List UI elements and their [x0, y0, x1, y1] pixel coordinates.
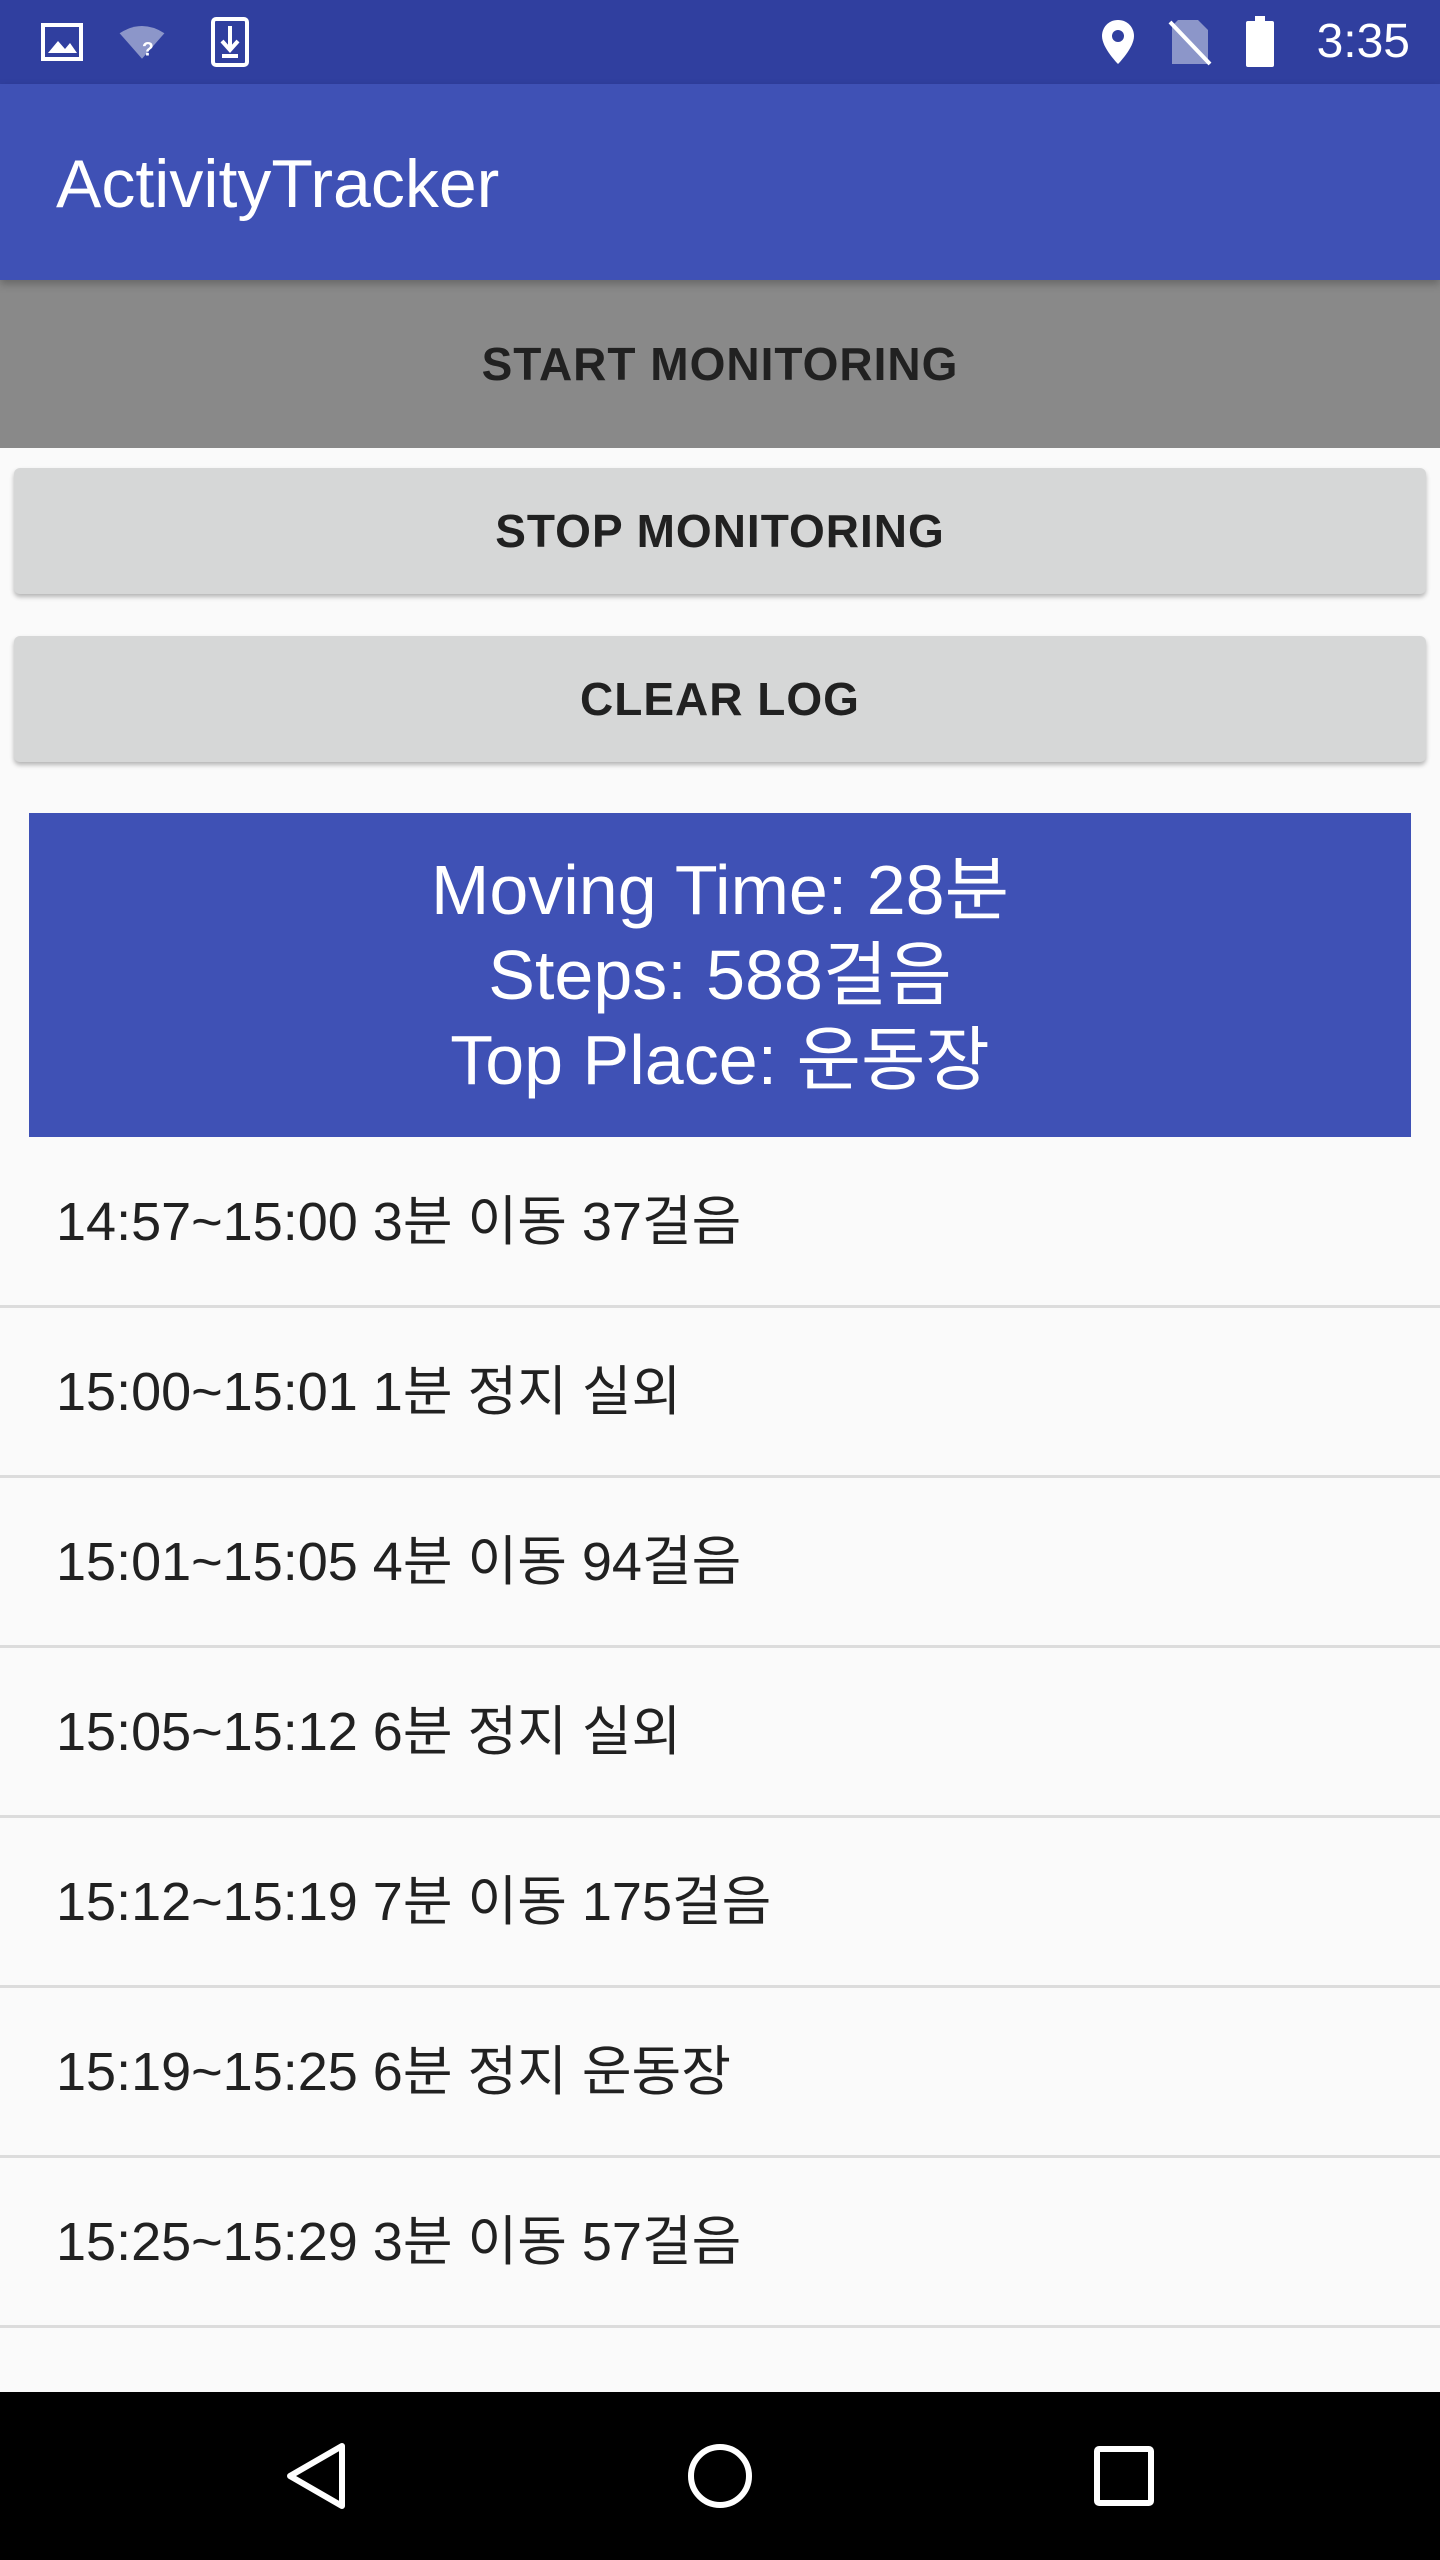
start-monitoring-button[interactable]: START MONITORING	[0, 280, 1440, 448]
list-item[interactable]: 15:19~15:25 6분 정지 운동장	[0, 1988, 1440, 2158]
log-entry-text: 15:05~15:12 6분 정지 실외	[56, 1701, 682, 1762]
wifi-unknown-icon: ?	[118, 18, 166, 66]
list-item[interactable]: 15:12~15:19 7분 이동 175걸음	[0, 1818, 1440, 1988]
stop-monitoring-button[interactable]: STOP MONITORING	[14, 468, 1426, 594]
battery-icon	[1236, 16, 1284, 67]
status-bar: ? 3:35	[0, 0, 1440, 84]
home-icon[interactable]	[680, 2436, 760, 2516]
list-item[interactable]: 15:05~15:12 6분 정지 실외	[0, 1648, 1440, 1818]
activity-log-list[interactable]: 14:57~15:00 3분 이동 37걸음 15:00~15:01 1분 정지…	[0, 1138, 1440, 2390]
steps-text: Steps: 588걸음	[488, 935, 952, 1014]
no-sim-icon	[1166, 18, 1214, 66]
location-icon	[1094, 18, 1142, 66]
moving-time-text: Moving Time: 28분	[431, 850, 1009, 929]
log-entry-text: 14:57~15:00 3분 이동 37걸음	[56, 1191, 742, 1252]
log-entry-text: 15:00~15:01 1분 정지 실외	[56, 1361, 682, 1422]
download-icon	[206, 17, 254, 67]
svg-text:?: ?	[142, 40, 154, 61]
summary-panel: Moving Time: 28분 Steps: 588걸음 Top Place:…	[29, 813, 1411, 1137]
image-icon	[38, 18, 86, 66]
app-title: ActivityTracker	[56, 146, 500, 222]
back-icon[interactable]	[276, 2436, 356, 2516]
list-item[interactable]: 15:25~15:29 3분 이동 57걸음	[0, 2158, 1440, 2328]
status-time: 3:35	[1316, 15, 1410, 68]
list-item[interactable]: 14:57~15:00 3분 이동 37걸음	[0, 1138, 1440, 1308]
screen: ? 3:35 ActivityTracker START MONITORING …	[0, 0, 1440, 2560]
list-item[interactable]: 15:00~15:01 1분 정지 실외	[0, 1308, 1440, 1478]
log-entry-text: 15:12~15:19 7분 이동 175걸음	[56, 1871, 772, 1932]
top-place-text: Top Place: 운동장	[450, 1020, 990, 1099]
log-entry-text: 15:25~15:29 3분 이동 57걸음	[56, 2211, 742, 2272]
navigation-bar	[0, 2392, 1440, 2560]
clear-log-button[interactable]: CLEAR LOG	[14, 636, 1426, 762]
app-bar: ActivityTracker	[0, 84, 1440, 280]
log-entry-text: 15:19~15:25 6분 정지 운동장	[56, 2041, 731, 2102]
recents-icon[interactable]	[1084, 2436, 1164, 2516]
list-item[interactable]: 15:01~15:05 4분 이동 94걸음	[0, 1478, 1440, 1648]
log-entry-text: 15:01~15:05 4분 이동 94걸음	[56, 1531, 742, 1592]
